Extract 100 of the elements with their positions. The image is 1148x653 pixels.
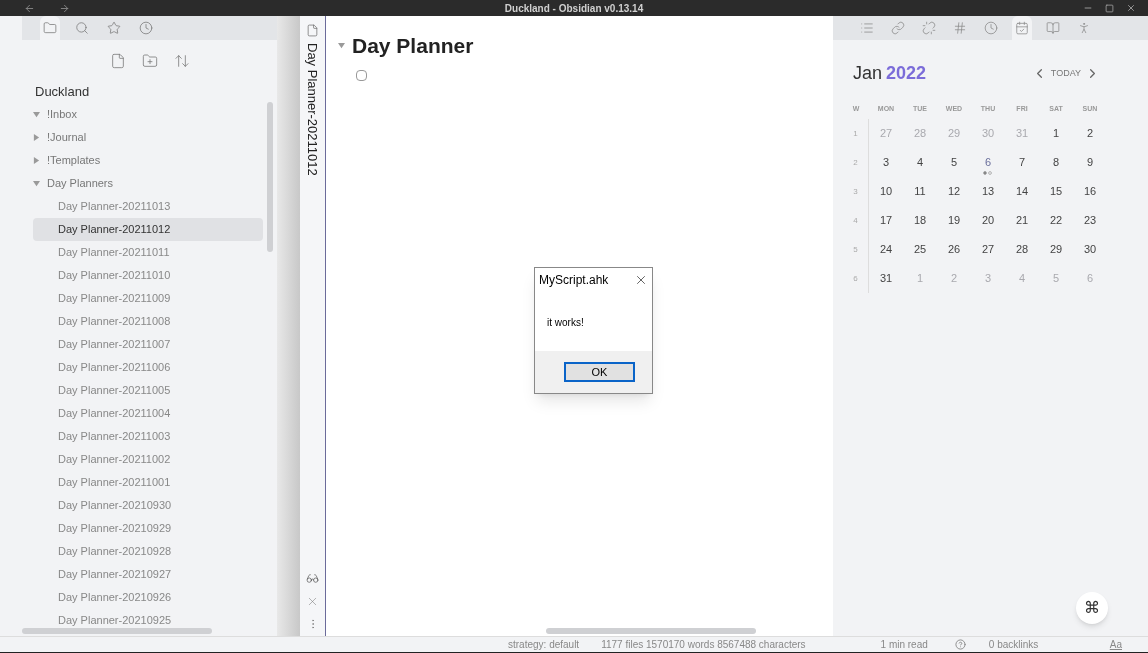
status-text: 1 min read (880, 638, 928, 652)
file-item[interactable]: Day Planner-20210927 (33, 563, 263, 586)
calendar-day[interactable]: 3 (869, 148, 903, 177)
calendar-day[interactable]: 25 (903, 235, 937, 264)
tab-title[interactable]: Day Planner-20211012 (302, 43, 323, 176)
calendar-day[interactable]: 28 (1005, 235, 1039, 264)
folder-item[interactable]: Day Planners (33, 172, 263, 195)
file-item[interactable]: Day Planner-20211012 (33, 218, 263, 241)
ok-button[interactable]: OK (564, 362, 635, 382)
week-number: 5 (843, 235, 869, 264)
calendar-day[interactable]: 12 (937, 177, 971, 206)
week-number: 3 (843, 177, 869, 206)
heading: Day Planner (352, 33, 474, 59)
glasses-icon[interactable] (306, 572, 319, 585)
file-item[interactable]: Day Planner-20210928 (33, 540, 263, 563)
file-item[interactable]: Day Planner-20211008 (33, 310, 263, 333)
close-icon[interactable] (1126, 3, 1136, 13)
sort-icon[interactable] (173, 53, 190, 69)
calendar-day[interactable]: 4 (903, 148, 937, 177)
file-item[interactable]: Day Planner-20211010 (33, 264, 263, 287)
calendar-day[interactable]: 31 (869, 264, 903, 293)
close-icon[interactable] (634, 273, 648, 287)
file-item[interactable]: Day Planner-20210930 (33, 494, 263, 517)
link-icon (891, 21, 905, 35)
week-number: 4 (843, 206, 869, 235)
calendar-day[interactable]: 13 (971, 177, 1005, 206)
calendar-day[interactable]: 8 (1039, 148, 1073, 177)
calendar-day[interactable]: 19 (937, 206, 971, 235)
caret-icon (33, 134, 40, 141)
maximize-icon[interactable] (1105, 3, 1114, 13)
forward-icon[interactable] (59, 2, 70, 14)
calendar-day[interactable]: 27 (971, 235, 1005, 264)
week-number: 6 (843, 264, 869, 293)
calendar-day[interactable]: 10 (869, 177, 903, 206)
folder-icon (43, 21, 57, 35)
calendar-day[interactable]: 16 (1073, 177, 1107, 206)
folder-tab[interactable] (40, 16, 60, 40)
calendar-month: Jan (853, 62, 883, 85)
calendar-day[interactable]: 1 (1039, 119, 1073, 148)
calendar-day[interactable]: 6 (971, 148, 1005, 177)
file-item[interactable]: Day Planner-20210929 (33, 517, 263, 540)
calendar-day[interactable]: 18 (903, 206, 937, 235)
file-item[interactable]: Day Planner-20211002 (33, 448, 263, 471)
new-note-icon[interactable] (109, 53, 126, 69)
file-item[interactable]: Day Planner-20210925 (33, 609, 263, 632)
file-item[interactable]: Day Planner-20211009 (33, 287, 263, 310)
font-button[interactable]: Aa (1109, 637, 1122, 652)
calendar-day[interactable]: 15 (1039, 177, 1073, 206)
calendar-day[interactable]: 11 (903, 177, 937, 206)
file-item[interactable]: Day Planner-20211004 (33, 402, 263, 425)
status-text: strategy: default (508, 638, 580, 652)
book-icon (1046, 21, 1060, 35)
status-text: 1177 files 1570170 words 8567488 characters (601, 638, 806, 652)
horizontal-scrollbar[interactable] (546, 628, 756, 634)
note-dots-icon (983, 170, 993, 175)
dialog-message: it works! (547, 316, 585, 330)
task-checkbox[interactable] (356, 69, 367, 81)
command-button[interactable]: ⌘ (1076, 592, 1108, 624)
week-number: 1 (843, 119, 869, 148)
vertical-scrollbar[interactable] (267, 102, 273, 252)
calendar-day[interactable]: 26 (937, 235, 971, 264)
calendar-day[interactable]: 24 (869, 235, 903, 264)
file-item[interactable]: Day Planner-20211003 (33, 425, 263, 448)
clock-icon (139, 21, 153, 35)
caret-icon (33, 180, 40, 187)
help-icon[interactable] (954, 639, 966, 650)
list-icon (860, 21, 874, 35)
calendar-day[interactable]: 23 (1073, 206, 1107, 235)
calendar-day[interactable]: 9 (1073, 148, 1107, 177)
link-icon (922, 21, 936, 35)
file-item[interactable]: Day Planner-20211007 (33, 333, 263, 356)
week-number: 2 (843, 148, 869, 177)
file-item[interactable]: Day Planner-20210926 (33, 586, 263, 609)
file-icon (306, 24, 319, 37)
calendar-day[interactable]: 30 (1073, 235, 1107, 264)
caret-icon (33, 111, 40, 118)
file-item[interactable]: Day Planner-20211011 (33, 241, 263, 264)
calendar-day[interactable]: 21 (1005, 206, 1039, 235)
calendar-day[interactable]: 20 (971, 206, 1005, 235)
calendar-day[interactable]: 5 (937, 148, 971, 177)
calendar-day[interactable]: 2 (1073, 119, 1107, 148)
back-icon[interactable] (24, 2, 35, 14)
calendar-icon (1015, 21, 1029, 35)
file-item[interactable]: Day Planner-20211005 (33, 379, 263, 402)
new-folder-icon[interactable] (141, 53, 158, 69)
file-item[interactable]: Day Planner-20211001 (33, 471, 263, 494)
folder-item[interactable]: !Inbox (33, 103, 263, 126)
folder-item[interactable]: !Templates (33, 149, 263, 172)
calendar-day[interactable]: 29 (1039, 235, 1073, 264)
window-title: Duckland - Obsidian v0.13.14 (504, 1, 644, 16)
file-item[interactable]: Day Planner-20211013 (33, 195, 263, 218)
calendar-day[interactable]: 22 (1039, 206, 1073, 235)
calendar-day[interactable]: 17 (869, 206, 903, 235)
folder-item[interactable]: !Journal (33, 126, 263, 149)
today-button[interactable]: TODAY (1050, 66, 1081, 81)
calendar-day[interactable]: 7 (1005, 148, 1039, 177)
calendar-day[interactable]: 14 (1005, 177, 1039, 206)
horizontal-scrollbar[interactable] (22, 628, 212, 634)
calendar-tab[interactable] (1012, 16, 1032, 40)
file-item[interactable]: Day Planner-20211006 (33, 356, 263, 379)
